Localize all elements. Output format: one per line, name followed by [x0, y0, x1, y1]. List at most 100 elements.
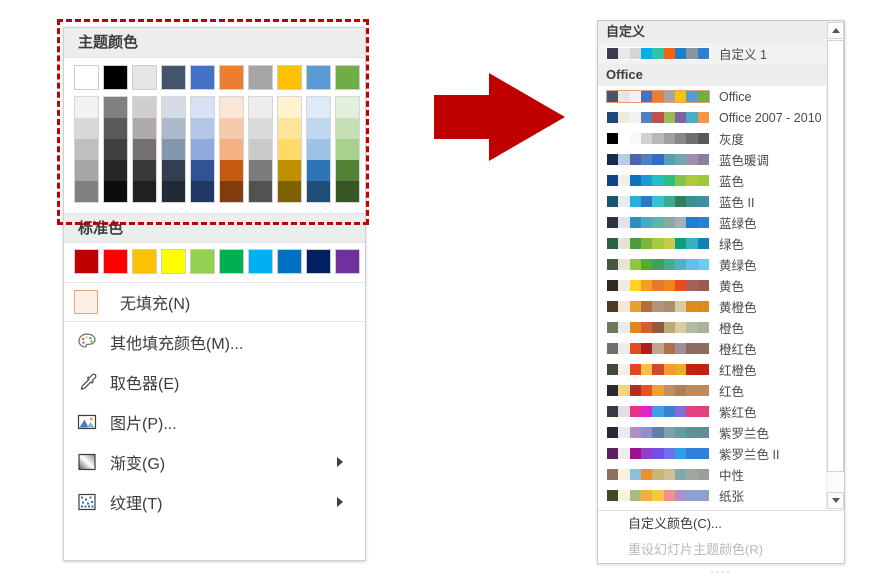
theme-variant-swatch-4-2[interactable] — [191, 139, 214, 160]
fill-menu-item-list[interactable]: 其他填充颜色(M)... 取色器(E) 图片(P)... 渐变(G) 纹理(T) — [64, 321, 365, 522]
theme-variant-column-1[interactable] — [103, 96, 128, 203]
theme-list-item[interactable]: 黄色 — [598, 275, 844, 296]
standard-color-swatch-8[interactable] — [306, 249, 331, 274]
theme-list-item[interactable]: 蓝色暖调 — [598, 149, 844, 170]
theme-variant-swatch-4-3[interactable] — [191, 160, 214, 181]
theme-variant-swatch-1-3[interactable] — [104, 160, 127, 181]
theme-list-item[interactable]: 紫罗兰色 — [598, 422, 844, 443]
theme-variant-swatch-5-4[interactable] — [220, 181, 243, 202]
theme-list-item[interactable]: 红色 — [598, 380, 844, 401]
theme-color-swatch-2[interactable] — [132, 65, 157, 90]
theme-variant-swatch-8-2[interactable] — [307, 139, 330, 160]
theme-variant-swatch-6-3[interactable] — [249, 160, 272, 181]
scroll-up-icon[interactable] — [827, 22, 844, 39]
theme-list-item[interactable]: 黄绿色 — [598, 254, 844, 275]
theme-variant-swatch-9-0[interactable] — [336, 97, 359, 118]
theme-color-swatch-4[interactable] — [190, 65, 215, 90]
standard-color-swatch-7[interactable] — [277, 249, 302, 274]
standard-color-swatch-5[interactable] — [219, 249, 244, 274]
standard-color-swatch-1[interactable] — [103, 249, 128, 274]
theme-variant-swatch-1-1[interactable] — [104, 118, 127, 139]
theme-color-swatch-6[interactable] — [248, 65, 273, 90]
theme-list-item[interactable]: 黄橙色 — [598, 296, 844, 317]
theme-variant-column-2[interactable] — [132, 96, 157, 203]
theme-list-item[interactable]: 中性 — [598, 464, 844, 485]
theme-variant-swatch-4-0[interactable] — [191, 97, 214, 118]
theme-variant-swatch-9-4[interactable] — [336, 181, 359, 202]
theme-variant-swatch-2-1[interactable] — [133, 118, 156, 139]
theme-color-swatch-9[interactable] — [335, 65, 360, 90]
theme-variant-column-4[interactable] — [190, 96, 215, 203]
theme-variant-swatch-1-2[interactable] — [104, 139, 127, 160]
theme-variant-swatch-0-0[interactable] — [75, 97, 98, 118]
theme-list-item[interactable]: 绿色 — [598, 233, 844, 254]
theme-list-item[interactable]: Office 2007 - 2010 — [598, 107, 844, 128]
theme-list-scroll-area[interactable]: 自定义 自定义 1 Office Office Office 2007 - 2010 灰度… — [598, 21, 844, 510]
theme-variant-swatch-0-1[interactable] — [75, 118, 98, 139]
standard-color-swatch-9[interactable] — [335, 249, 360, 274]
theme-variant-swatch-1-4[interactable] — [104, 181, 127, 202]
theme-variant-swatch-6-4[interactable] — [249, 181, 272, 202]
menu-item-eyedropper[interactable]: 取色器(E) — [64, 362, 365, 402]
theme-variant-swatch-0-4[interactable] — [75, 181, 98, 202]
theme-color-swatch-1[interactable] — [103, 65, 128, 90]
standard-color-swatch-4[interactable] — [190, 249, 215, 274]
menu-item-palette[interactable]: 其他填充颜色(M)... — [64, 322, 365, 362]
theme-variant-swatch-7-1[interactable] — [278, 118, 301, 139]
theme-variant-swatch-7-4[interactable] — [278, 181, 301, 202]
scroll-down-icon[interactable] — [827, 492, 844, 509]
theme-list-item[interactable]: 灰度 — [598, 128, 844, 149]
theme-list-item[interactable]: 自定义 1 — [598, 43, 844, 64]
theme-variant-swatch-5-1[interactable] — [220, 118, 243, 139]
theme-list-item[interactable]: 纸张 — [598, 485, 844, 506]
theme-variant-swatch-2-3[interactable] — [133, 160, 156, 181]
theme-variant-swatch-7-3[interactable] — [278, 160, 301, 181]
theme-variant-swatch-6-2[interactable] — [249, 139, 272, 160]
theme-variant-swatch-5-2[interactable] — [220, 139, 243, 160]
menu-item-gradient[interactable]: 渐变(G) — [64, 442, 365, 482]
standard-colors-swatch-area[interactable] — [64, 243, 365, 282]
scrollbar-thumb[interactable] — [827, 40, 844, 472]
standard-color-row[interactable] — [74, 249, 365, 274]
theme-list-item[interactable]: 红橙色 — [598, 359, 844, 380]
theme-list-item[interactable]: Office — [598, 86, 844, 107]
theme-variant-swatch-2-4[interactable] — [133, 181, 156, 202]
theme-list-item[interactable]: 橙色 — [598, 317, 844, 338]
theme-list-item[interactable]: 蓝色 — [598, 170, 844, 191]
theme-color-swatch-8[interactable] — [306, 65, 331, 90]
standard-color-swatch-0[interactable] — [74, 249, 99, 274]
theme-variant-swatch-9-1[interactable] — [336, 118, 359, 139]
theme-variant-swatch-8-1[interactable] — [307, 118, 330, 139]
theme-variant-color-rows[interactable] — [74, 90, 365, 203]
theme-variant-swatch-8-4[interactable] — [307, 181, 330, 202]
custom-colors-menu-item[interactable]: 自定义颜色(C)... — [598, 511, 844, 537]
theme-variant-column-6[interactable] — [248, 96, 273, 203]
theme-base-color-row[interactable] — [74, 65, 365, 90]
theme-variant-swatch-8-0[interactable] — [307, 97, 330, 118]
theme-variant-swatch-5-3[interactable] — [220, 160, 243, 181]
theme-variant-swatch-4-1[interactable] — [191, 118, 214, 139]
standard-color-swatch-2[interactable] — [132, 249, 157, 274]
theme-variant-swatch-9-3[interactable] — [336, 160, 359, 181]
theme-variant-swatch-6-0[interactable] — [249, 97, 272, 118]
standard-color-swatch-6[interactable] — [248, 249, 273, 274]
theme-variant-swatch-9-2[interactable] — [336, 139, 359, 160]
theme-variant-swatch-8-3[interactable] — [307, 160, 330, 181]
theme-variant-swatch-3-1[interactable] — [162, 118, 185, 139]
theme-colors-swatch-area[interactable] — [64, 58, 365, 207]
menu-item-texture[interactable]: 纹理(T) — [64, 482, 365, 522]
theme-variant-column-8[interactable] — [306, 96, 331, 203]
theme-variant-swatch-2-0[interactable] — [133, 97, 156, 118]
theme-variant-swatch-3-2[interactable] — [162, 139, 185, 160]
theme-variant-column-7[interactable] — [277, 96, 302, 203]
theme-color-swatch-3[interactable] — [161, 65, 186, 90]
theme-variant-swatch-1-0[interactable] — [104, 97, 127, 118]
theme-list-item[interactable]: 紫罗兰色 II — [598, 443, 844, 464]
theme-variant-swatch-5-0[interactable] — [220, 97, 243, 118]
theme-variant-swatch-4-4[interactable] — [191, 181, 214, 202]
theme-variant-column-3[interactable] — [161, 96, 186, 203]
menu-item-picture[interactable]: 图片(P)... — [64, 402, 365, 442]
reset-slide-theme-colors-menu-item[interactable]: 重设幻灯片主题颜色(R) — [598, 537, 844, 563]
theme-variant-swatch-0-2[interactable] — [75, 139, 98, 160]
theme-variant-swatch-7-2[interactable] — [278, 139, 301, 160]
